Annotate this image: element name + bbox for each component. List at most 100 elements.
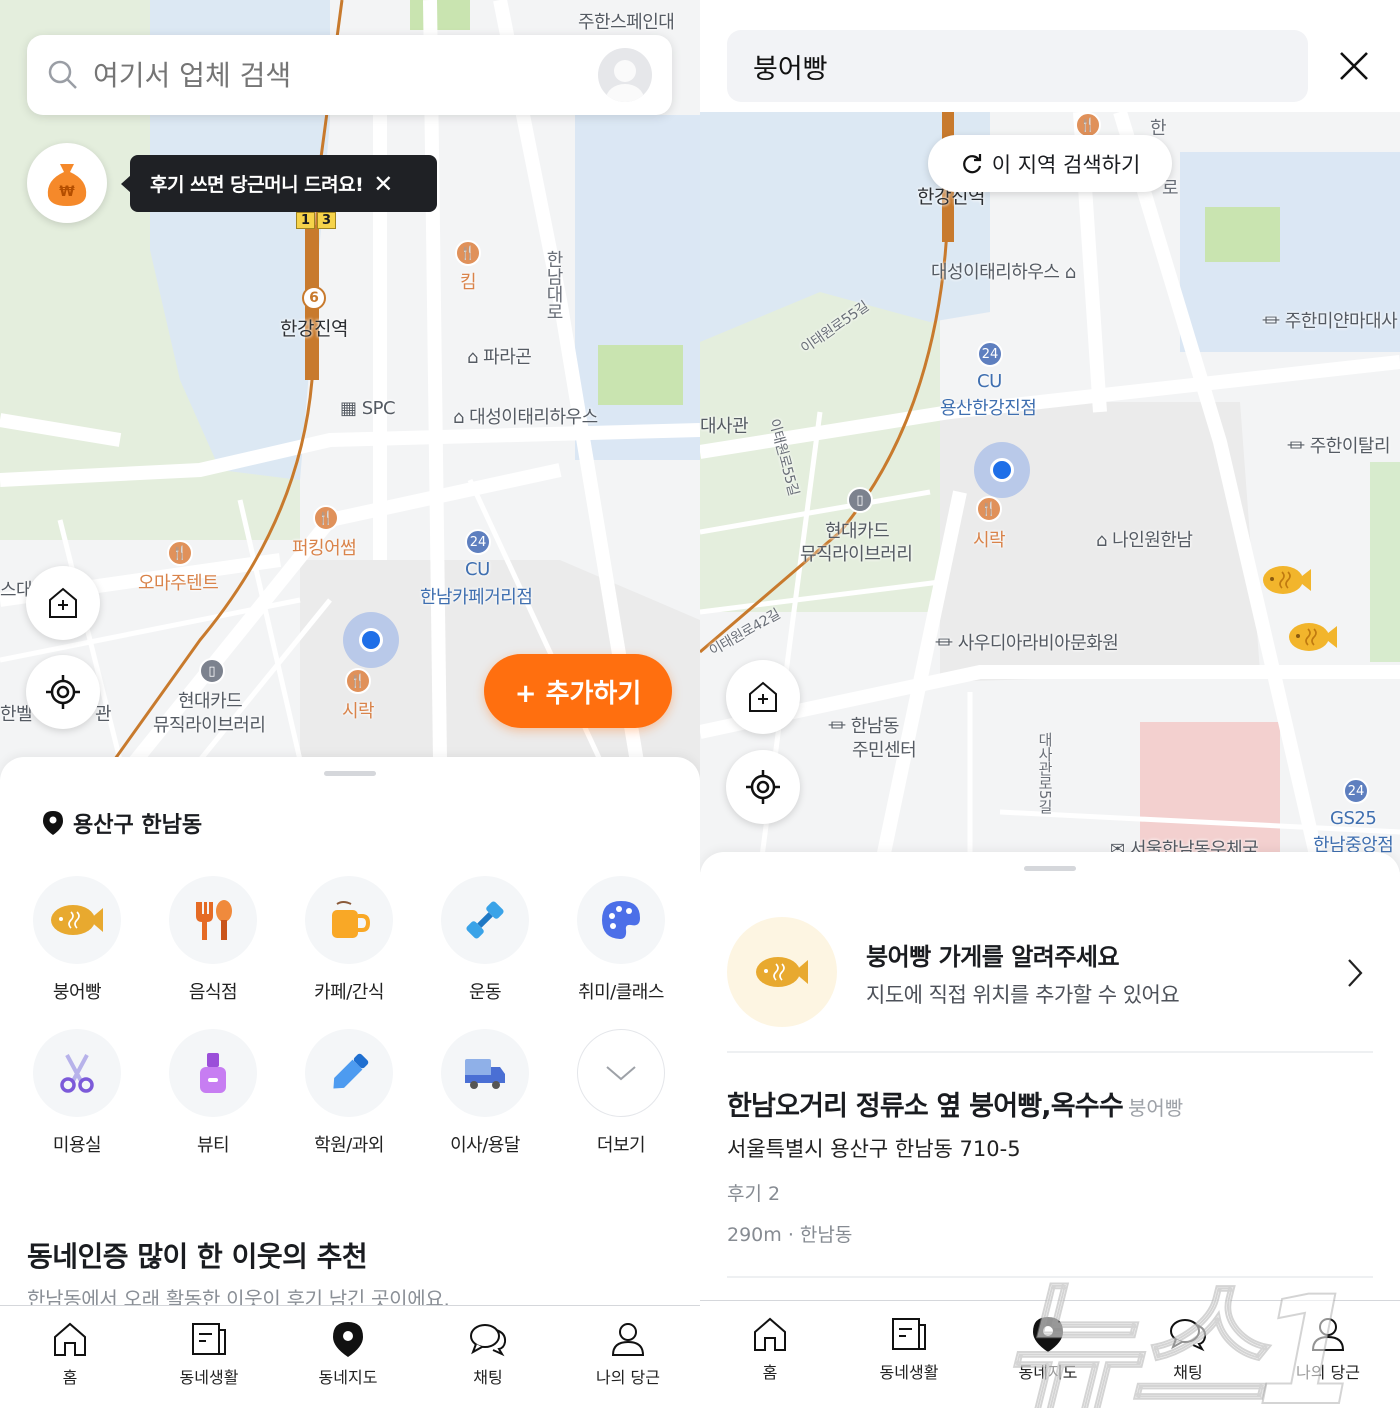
category-restaurant[interactable]: 음식점 [153, 876, 273, 1004]
money-reward-button[interactable]: ₩ [27, 143, 107, 223]
search-icon [48, 60, 77, 89]
map-label[interactable]: 오마주텐트 [138, 569, 219, 595]
library-icon[interactable]: ▯ [847, 487, 873, 513]
category-moving-delivery[interactable]: 이사/용달 [425, 1029, 545, 1157]
category-exercise[interactable]: 운동 [425, 876, 545, 1004]
map-label-station[interactable]: 한강진역 [280, 314, 348, 341]
add-place-button[interactable]: + 추가하기 [484, 654, 672, 728]
map-view[interactable]: 🍴 한 로 한강진역 대성이태리하우스 ⌂ 이태원로55길 ⏛ 주한미얀마대사 … [700, 112, 1400, 872]
map-label[interactable]: 용산한강진점 [940, 394, 1037, 420]
current-location-marker [343, 612, 399, 668]
nav-chat[interactable]: 채팅 [428, 1320, 548, 1388]
bottom-sheet: 용산구 한남동 붕어빵 음식점 카페/간식 운동 취미/클래스 미용실 뷰티 학… [0, 757, 700, 1317]
category-hair-salon[interactable]: 미용실 [17, 1029, 137, 1157]
map-label[interactable]: 시락 [973, 526, 1006, 552]
map-pin-icon [333, 1322, 363, 1357]
category-cafe-snack[interactable]: 카페/간식 [289, 876, 409, 1004]
fish-bread-store-marker[interactable] [1261, 562, 1313, 598]
add-home-place-button[interactable] [26, 566, 100, 640]
subway-exit-badges: 1 3 [296, 212, 337, 229]
close-icon[interactable]: ✕ [373, 170, 393, 198]
sheet-drag-handle[interactable] [324, 771, 376, 776]
current-neighborhood[interactable]: 용산구 한남동 [42, 807, 202, 839]
category-more[interactable]: 더보기 [561, 1029, 681, 1157]
map-label[interactable]: 주민센터 [852, 736, 917, 762]
nav-my-karrot[interactable]: 나의 당근 [568, 1320, 688, 1388]
nav-home[interactable]: 홈 [10, 1320, 130, 1388]
map-label[interactable]: ⏛ 한남동 [828, 712, 899, 738]
map-label[interactable]: 뮤직라이브러리 [153, 711, 266, 737]
category-academy-tutoring[interactable]: 학원/과외 [289, 1029, 409, 1157]
chat-bubbles-icon [1170, 1319, 1207, 1352]
map-label[interactable]: ⌂ 대성이태리하우스 [453, 403, 598, 429]
restaurant-icon[interactable]: 🍴 [313, 505, 339, 531]
restaurant-icon[interactable]: 🍴 [167, 540, 193, 566]
map-label[interactable]: CU [977, 371, 1002, 392]
result-name: 한남오거리 정류소 옆 붕어빵,옥수수 [727, 1091, 1124, 1122]
divider [727, 1276, 1373, 1278]
map-label[interactable]: 뮤직라이브러리 [800, 540, 913, 566]
category-fish-bread[interactable]: 붕어빵 [17, 876, 137, 1004]
map-label[interactable]: ⏛ 주한미얀마대사 [1262, 307, 1398, 333]
category-label: 취미/클래스 [578, 982, 664, 1003]
map-label[interactable]: 현대카드 [178, 687, 243, 713]
fish-bread-icon [51, 905, 103, 935]
nav-chat[interactable]: 채팅 [1128, 1315, 1248, 1383]
map-label[interactable]: 킴 [460, 268, 477, 294]
search-this-area-button[interactable]: 이 지역 검색하기 [928, 135, 1172, 192]
my-location-button[interactable] [26, 655, 100, 729]
category-label: 카페/간식 [314, 982, 384, 1003]
category-label: 붕어빵 [52, 982, 102, 1003]
nav-community[interactable]: 동네생활 [149, 1320, 269, 1388]
search-result-item[interactable]: 한남오거리 정류소 옆 붕어빵,옥수수 붕어빵 서울특별시 용산구 한남동 71… [727, 1084, 1373, 1247]
restaurant-icon[interactable]: 🍴 [976, 496, 1002, 522]
result-address: 서울특별시 용산구 한남동 710-5 [727, 1137, 1021, 1161]
restaurant-icon[interactable]: 🍴 [455, 240, 481, 266]
search-input[interactable] [93, 58, 573, 92]
map-view[interactable]: 주한스페인대 1 3 6 한강진역 🍴 킴 한남대로 ⌂ 파라곤 ▦ SPC ⌂… [0, 0, 700, 780]
map-label[interactable]: GS25 [1330, 808, 1377, 829]
close-icon[interactable] [1338, 50, 1370, 82]
category-label: 학원/과외 [314, 1135, 384, 1156]
search-field[interactable]: 붕어빵 [727, 30, 1308, 102]
map-label[interactable]: 주한스페인대 [578, 8, 675, 34]
add-home-place-button[interactable] [726, 660, 800, 734]
nav-my-karrot[interactable]: 나의 당근 [1268, 1315, 1388, 1383]
nav-home[interactable]: 홈 [710, 1315, 830, 1383]
map-label[interactable]: 대성이태리하우스 ⌂ [931, 258, 1076, 284]
suggest-store-banner[interactable]: 붕어빵 가게를 알려주세요 지도에 직접 위치를 추가할 수 있어요 [727, 917, 1373, 1027]
restaurant-icon[interactable]: 🍴 [345, 668, 371, 694]
result-reviews: 후기 2 [727, 1183, 781, 1205]
convenience-store-icon[interactable]: 24 [465, 529, 491, 555]
category-hobby-class[interactable]: 취미/클래스 [561, 876, 681, 1004]
refresh-icon [962, 153, 981, 173]
fish-bread-store-marker[interactable] [1287, 619, 1339, 655]
sheet-drag-handle[interactable] [1024, 866, 1076, 871]
nav-community[interactable]: 동네생활 [849, 1315, 969, 1383]
nav-neighborhood-map[interactable]: 동네지도 [988, 1315, 1108, 1383]
map-label[interactable]: CU [465, 559, 490, 580]
home-icon [754, 1317, 786, 1351]
search-value[interactable]: 붕어빵 [753, 47, 828, 86]
label-text: 파라곤 [483, 347, 532, 368]
map-label[interactable]: 한남카페거리점 [420, 583, 533, 609]
map-label[interactable]: ▦ SPC [340, 398, 396, 419]
map-label[interactable]: ⌂ 파라곤 [467, 343, 532, 369]
map-label[interactable]: ⏛ 주한이탈리 [1287, 432, 1391, 458]
scissors-icon [60, 1054, 94, 1093]
divider [727, 1051, 1373, 1053]
category-beauty[interactable]: 뷰티 [153, 1029, 273, 1157]
my-location-button[interactable] [726, 750, 800, 824]
map-label[interactable]: 시락 [342, 697, 375, 723]
business-search-bar[interactable] [27, 35, 672, 115]
nav-neighborhood-map[interactable]: 동네지도 [288, 1320, 408, 1388]
convenience-store-icon[interactable]: 24 [1343, 778, 1369, 804]
category-label: 더보기 [596, 1135, 646, 1156]
convenience-store-icon[interactable]: 24 [977, 341, 1003, 367]
map-label[interactable]: 퍼킹어썸 [292, 534, 357, 560]
library-icon[interactable]: ▯ [199, 658, 225, 684]
map-label[interactable]: ⏛ 사우디아라비아문화원 [935, 629, 1119, 655]
nail-polish-icon [200, 1053, 226, 1093]
profile-avatar[interactable] [598, 48, 652, 102]
map-label[interactable]: ⌂ 나인원한남 [1096, 526, 1193, 552]
